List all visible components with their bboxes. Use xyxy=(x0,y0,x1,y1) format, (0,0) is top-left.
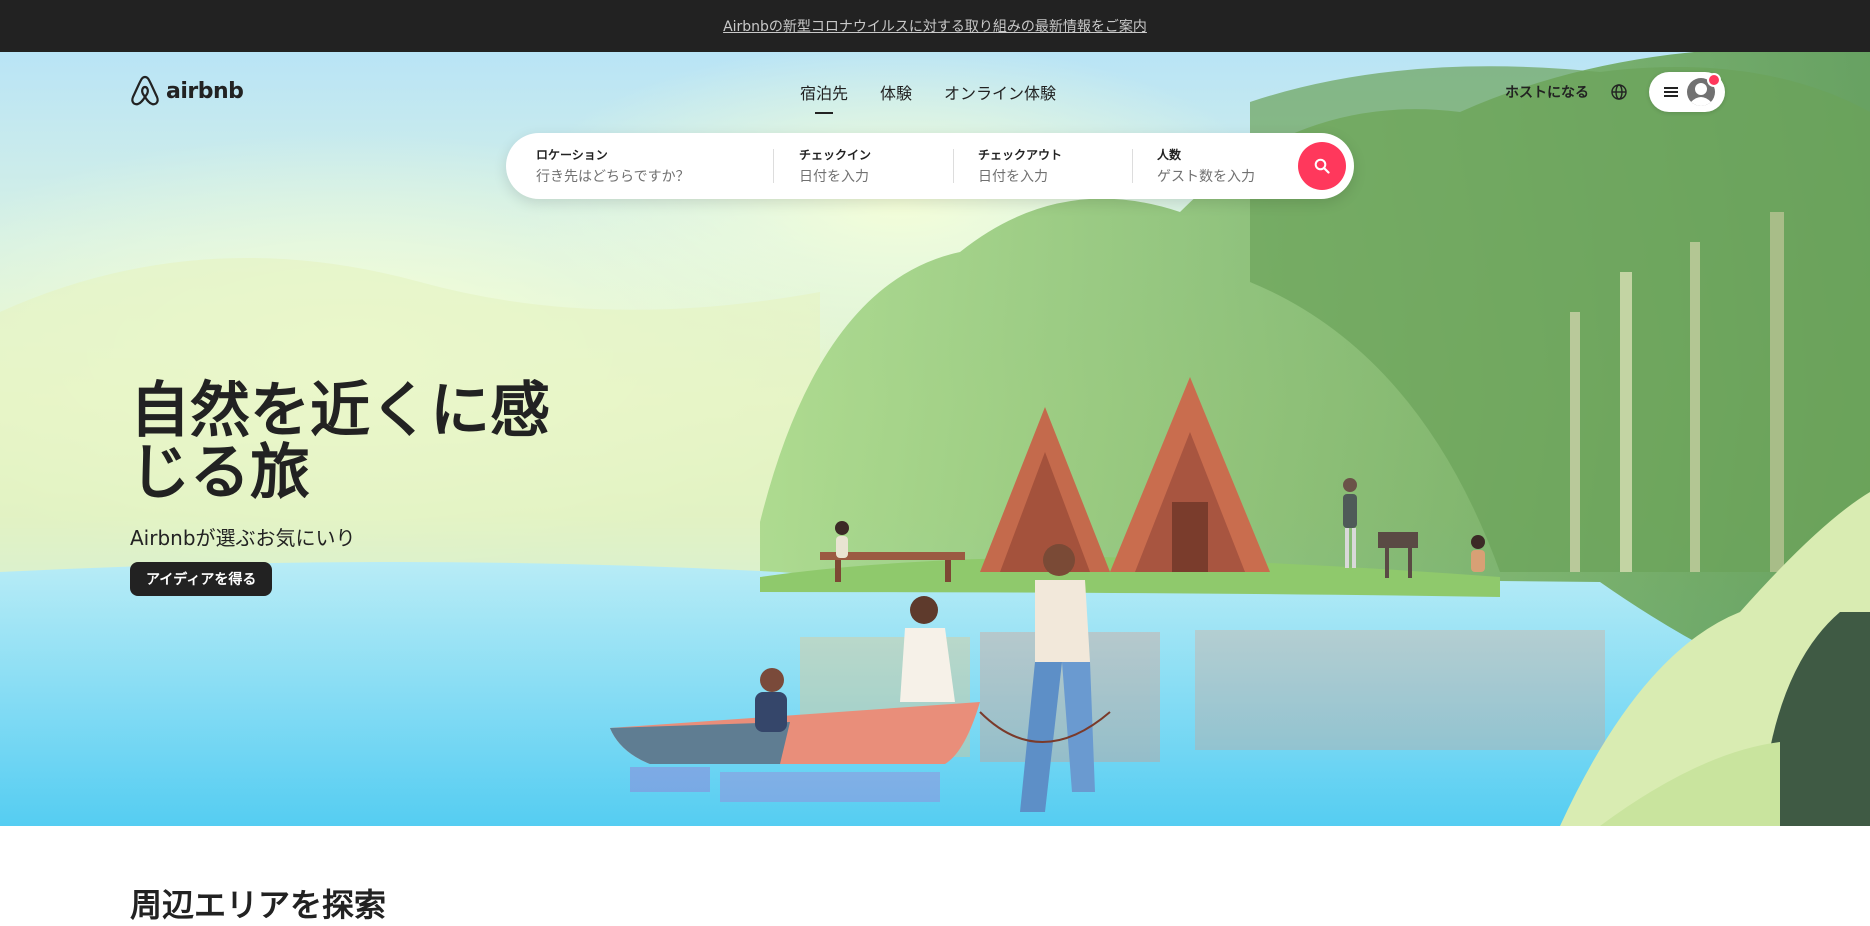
airbnb-logo[interactable]: airbnb xyxy=(130,75,244,107)
location-placeholder: 行き先はどちらですか？ xyxy=(536,169,690,185)
location-field[interactable]: ロケーション 行き先はどちらですか？ xyxy=(536,146,690,186)
search-button[interactable] xyxy=(1298,142,1346,190)
explore-nearby-title: 周辺エリアを探索 xyxy=(130,886,387,924)
logo-wordmark: airbnb xyxy=(166,78,244,104)
guests-placeholder: ゲスト数を入力 xyxy=(1157,169,1255,185)
hero-title: 自然を近くに感じる旅 xyxy=(130,376,550,508)
checkout-placeholder: 日付を入力 xyxy=(978,169,1048,185)
main-nav-tabs: 宿泊先 体験 オンライン体験 xyxy=(800,80,1056,114)
become-host-link[interactable]: ホストになる xyxy=(1505,82,1589,102)
language-button[interactable] xyxy=(1605,78,1633,106)
notification-dot xyxy=(1707,73,1721,87)
checkin-label: チェックイン xyxy=(799,148,872,162)
search-divider xyxy=(773,149,774,183)
search-bar: ロケーション 行き先はどちらですか？ チェックイン 日付を入力 チェックアウト … xyxy=(506,133,1354,199)
checkout-label: チェックアウト xyxy=(978,148,1063,162)
search-divider xyxy=(953,149,954,183)
airbnb-logo-icon xyxy=(131,75,159,106)
tab-experiences[interactable]: 体験 xyxy=(880,80,912,114)
location-label: ロケーション xyxy=(536,148,608,162)
user-nav: ホストになる xyxy=(1505,72,1725,112)
checkout-field[interactable]: チェックアウト 日付を入力 xyxy=(978,146,1062,186)
announcement-link[interactable]: Airbnbの新型コロナウイルスに対する取り組みの最新情報をご案内 xyxy=(723,16,1147,36)
tab-stays[interactable]: 宿泊先 xyxy=(800,80,848,114)
globe-icon xyxy=(1611,84,1627,100)
hero-subtitle: Airbnbが選ぶお気にいり xyxy=(130,526,356,550)
tab-online-experiences[interactable]: オンライン体験 xyxy=(944,80,1056,114)
search-divider xyxy=(1132,149,1133,183)
profile-menu-button[interactable] xyxy=(1649,72,1725,112)
guests-label: 人数 xyxy=(1157,148,1182,162)
guests-field[interactable]: 人数 ゲスト数を入力 xyxy=(1157,146,1255,186)
checkin-placeholder: 日付を入力 xyxy=(799,169,869,185)
search-icon xyxy=(1314,158,1330,174)
hamburger-menu-icon xyxy=(1663,87,1678,97)
checkin-field[interactable]: チェックイン 日付を入力 xyxy=(799,146,871,186)
announcement-bar: Airbnbの新型コロナウイルスに対する取り組みの最新情報をご案内 xyxy=(0,0,1870,52)
get-ideas-button[interactable]: アイディアを得る xyxy=(130,562,273,596)
